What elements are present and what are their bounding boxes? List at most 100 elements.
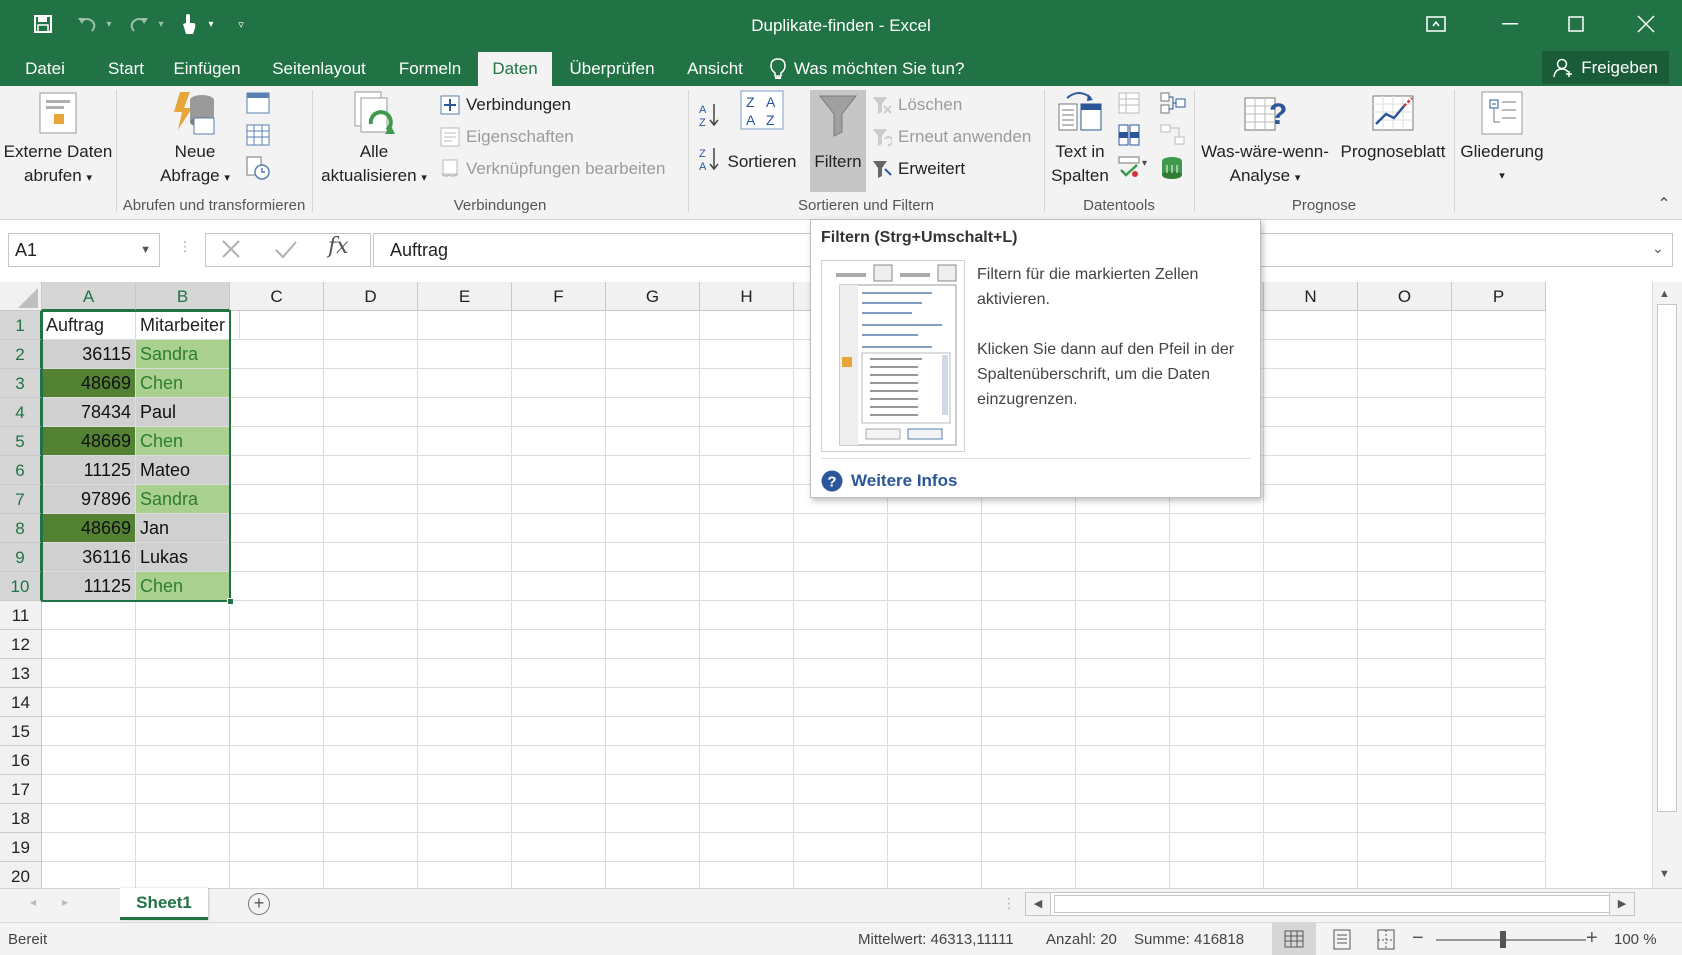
cell-a18[interactable] xyxy=(42,804,136,833)
sheet-tab-sheet1[interactable]: Sheet1 xyxy=(120,888,208,920)
cell-a5[interactable]: 48669 xyxy=(42,427,136,456)
sort-descending-icon[interactable]: ZA xyxy=(698,146,720,173)
cell-b13[interactable] xyxy=(136,659,230,688)
manage-data-model-icon[interactable] xyxy=(1160,156,1186,180)
cell-h5[interactable] xyxy=(700,427,794,456)
consolidate-icon[interactable] xyxy=(1160,92,1186,116)
cell-i10[interactable] xyxy=(794,572,888,601)
show-queries-icon[interactable] xyxy=(246,92,270,116)
cell-o18[interactable] xyxy=(1358,804,1452,833)
cell-g1[interactable] xyxy=(606,311,700,340)
minimize-icon[interactable] xyxy=(1480,0,1540,48)
advanced-filter-button[interactable]: Erweitert xyxy=(872,156,965,182)
cell-a3[interactable]: 48669 xyxy=(42,369,136,398)
sort-button[interactable]: ZAAZ Sortieren xyxy=(722,90,802,194)
cell-c17[interactable] xyxy=(230,775,324,804)
cell-m18[interactable] xyxy=(1170,804,1264,833)
row-header-10[interactable]: 10 xyxy=(0,572,42,601)
row-header-4[interactable]: 4 xyxy=(0,398,42,427)
cell-m9[interactable] xyxy=(1170,543,1264,572)
cell-a7[interactable]: 97896 xyxy=(42,485,136,514)
cell-e2[interactable] xyxy=(418,340,512,369)
cell-e14[interactable] xyxy=(418,688,512,717)
row-header-12[interactable]: 12 xyxy=(0,630,42,659)
cancel-entry-icon[interactable] xyxy=(220,238,246,264)
cell-b14[interactable] xyxy=(136,688,230,717)
row-header-11[interactable]: 11 xyxy=(0,601,42,630)
cell-a1[interactable]: Auftrag xyxy=(42,311,136,340)
cell-e19[interactable] xyxy=(418,833,512,862)
touch-mode-icon[interactable] xyxy=(174,0,204,48)
row-header-17[interactable]: 17 xyxy=(0,775,42,804)
cell-l12[interactable] xyxy=(1076,630,1170,659)
scroll-right-icon[interactable]: ▶ xyxy=(1609,892,1635,916)
more-info-link[interactable]: ? Weitere Infos xyxy=(821,468,957,494)
cell-d3[interactable] xyxy=(324,369,418,398)
select-all-button[interactable] xyxy=(0,282,42,311)
cell-p1[interactable] xyxy=(1452,311,1546,340)
cell-a20[interactable] xyxy=(42,862,136,888)
cell-h10[interactable] xyxy=(700,572,794,601)
cell-n14[interactable] xyxy=(1264,688,1358,717)
cell-i11[interactable] xyxy=(794,601,888,630)
remove-duplicates-icon[interactable] xyxy=(1118,124,1140,148)
cell-m12[interactable] xyxy=(1170,630,1264,659)
cell-m19[interactable] xyxy=(1170,833,1264,862)
zoom-out-icon[interactable]: − xyxy=(1412,927,1424,950)
data-validation-icon[interactable] xyxy=(1118,156,1140,180)
cell-h18[interactable] xyxy=(700,804,794,833)
cell-e16[interactable] xyxy=(418,746,512,775)
column-header-h[interactable]: H xyxy=(700,282,794,311)
tab-seitenlayout[interactable]: Seitenlayout xyxy=(262,52,376,86)
column-header-o[interactable]: O xyxy=(1358,282,1452,311)
zoom-slider-thumb[interactable] xyxy=(1500,931,1506,948)
cell-f8[interactable] xyxy=(512,514,606,543)
redo-icon[interactable] xyxy=(122,0,156,48)
undo-icon[interactable] xyxy=(70,0,104,48)
cell-p16[interactable] xyxy=(1452,746,1546,775)
confirm-entry-icon[interactable] xyxy=(274,238,300,264)
cell-b15[interactable] xyxy=(136,717,230,746)
cell-d14[interactable] xyxy=(324,688,418,717)
cell-o11[interactable] xyxy=(1358,601,1452,630)
cell-p3[interactable] xyxy=(1452,369,1546,398)
cell-k15[interactable] xyxy=(982,717,1076,746)
data-validation-dropdown-icon[interactable]: ▾ xyxy=(1142,158,1154,169)
cell-i14[interactable] xyxy=(794,688,888,717)
cell-m15[interactable] xyxy=(1170,717,1264,746)
cell-c6[interactable] xyxy=(230,456,324,485)
cell-n3[interactable] xyxy=(1264,369,1358,398)
cell-i17[interactable] xyxy=(794,775,888,804)
scroll-up-icon[interactable]: ▲ xyxy=(1659,288,1670,300)
cell-i12[interactable] xyxy=(794,630,888,659)
column-header-p[interactable]: P xyxy=(1452,282,1546,311)
cell-g13[interactable] xyxy=(606,659,700,688)
cell-a13[interactable] xyxy=(42,659,136,688)
cell-b12[interactable] xyxy=(136,630,230,659)
cell-k14[interactable] xyxy=(982,688,1076,717)
cell-m20[interactable] xyxy=(1170,862,1264,888)
cell-b8[interactable]: Jan xyxy=(136,514,230,543)
cell-k13[interactable] xyxy=(982,659,1076,688)
cell-n20[interactable] xyxy=(1264,862,1358,888)
touch-dropdown-icon[interactable]: ▾ xyxy=(204,0,218,48)
column-header-n[interactable]: N xyxy=(1264,282,1358,311)
cell-g14[interactable] xyxy=(606,688,700,717)
cell-c20[interactable] xyxy=(230,862,324,888)
prev-sheet-icon[interactable]: ◂ xyxy=(30,895,36,909)
status-sum[interactable]: Summe: 416818 xyxy=(1134,923,1244,955)
cell-c2[interactable] xyxy=(230,340,324,369)
cell-p18[interactable] xyxy=(1452,804,1546,833)
cell-m8[interactable] xyxy=(1170,514,1264,543)
cell-k9[interactable] xyxy=(982,543,1076,572)
cell-a19[interactable] xyxy=(42,833,136,862)
cell-g6[interactable] xyxy=(606,456,700,485)
cell-o20[interactable] xyxy=(1358,862,1452,888)
cell-a17[interactable] xyxy=(42,775,136,804)
cell-l13[interactable] xyxy=(1076,659,1170,688)
connections-button[interactable]: Verbindungen xyxy=(440,92,571,118)
cell-j14[interactable] xyxy=(888,688,982,717)
get-external-data-button[interactable]: Externe Daten abrufen ▾ xyxy=(2,90,114,194)
cell-i13[interactable] xyxy=(794,659,888,688)
row-header-16[interactable]: 16 xyxy=(0,746,42,775)
